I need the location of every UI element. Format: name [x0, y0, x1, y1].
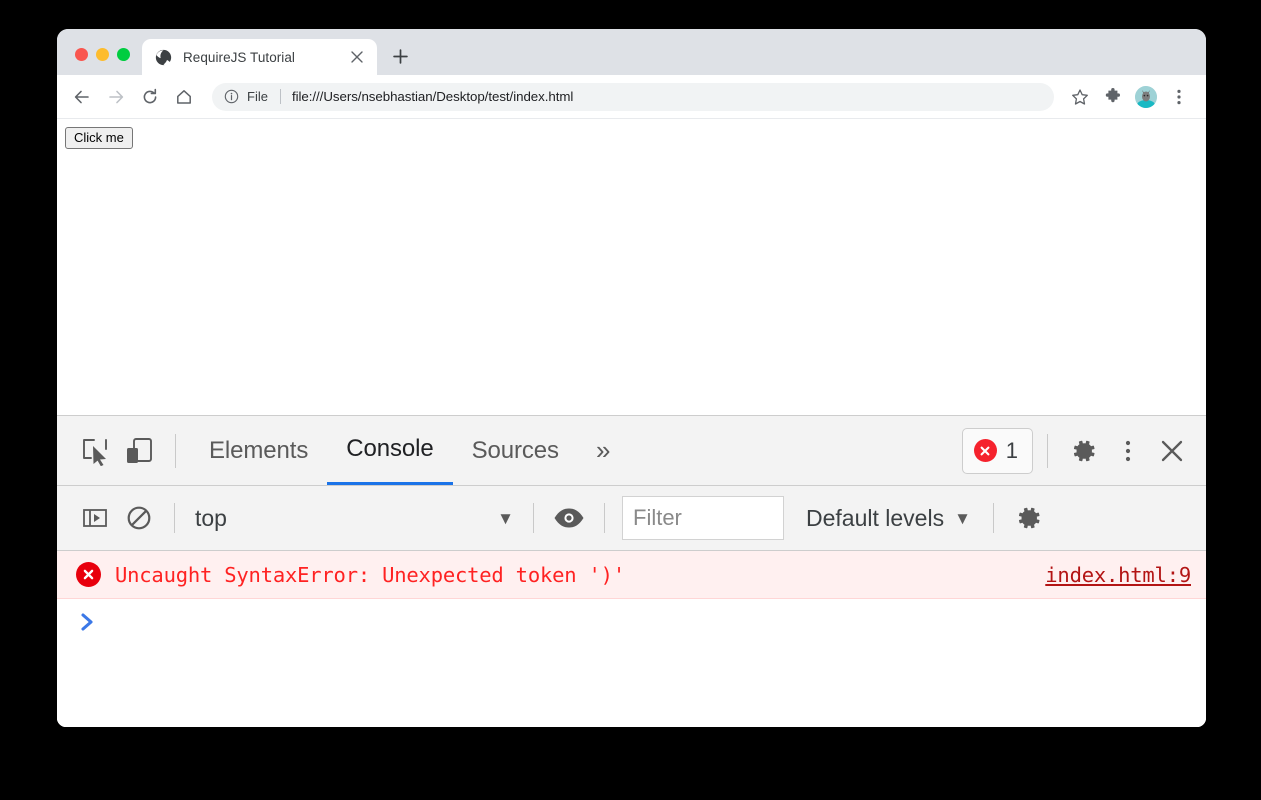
device-toolbar-icon[interactable] [117, 428, 161, 474]
console-sidebar-icon[interactable] [73, 496, 117, 540]
puzzle-piece-icon[interactable] [1099, 83, 1127, 111]
console-message-error[interactable]: Uncaught SyntaxError: Unexpected token '… [57, 551, 1206, 599]
tab-elements[interactable]: Elements [190, 416, 327, 485]
maximize-window-button[interactable] [117, 48, 130, 61]
badge-divider [1047, 434, 1048, 468]
error-count-badge[interactable]: 1 [962, 428, 1033, 474]
console-toolbar-divider-1 [174, 503, 175, 533]
chevron-right-icon [79, 611, 97, 633]
filter-input[interactable] [622, 496, 784, 540]
window-controls [57, 48, 142, 75]
info-circle-icon[interactable] [223, 88, 240, 105]
browser-tab[interactable]: RequireJS Tutorial [142, 39, 377, 75]
devtools-panel: Elements Console Sources » 1 [57, 415, 1206, 727]
console-toolbar: top ▼ Default levels ▼ [57, 486, 1206, 551]
console-messages-list: Uncaught SyntaxError: Unexpected token '… [57, 551, 1206, 727]
console-input-prompt[interactable] [57, 599, 1206, 645]
screen: RequireJS Tutorial [0, 0, 1261, 800]
gear-icon[interactable] [1062, 428, 1106, 474]
tab-sources[interactable]: Sources [453, 416, 578, 485]
close-window-button[interactable] [75, 48, 88, 61]
arrow-right-icon[interactable] [101, 82, 131, 112]
error-circle-icon [76, 562, 101, 587]
eye-icon[interactable] [547, 496, 591, 540]
three-dot-menu-icon[interactable] [1165, 83, 1193, 111]
console-message-text: Uncaught SyntaxError: Unexpected token '… [115, 563, 1045, 587]
home-icon[interactable] [169, 82, 199, 112]
reload-icon[interactable] [135, 82, 165, 112]
tab-strip: RequireJS Tutorial [57, 29, 1206, 75]
toolbar-divider [175, 434, 176, 468]
globe-icon [155, 49, 172, 66]
click-me-button[interactable]: Click me [65, 127, 133, 149]
page-viewport: Click me [57, 119, 1206, 415]
tab-title: RequireJS Tutorial [183, 50, 347, 65]
more-tabs-button[interactable]: » [578, 435, 628, 466]
log-levels-selector[interactable]: Default levels ▼ [806, 505, 971, 532]
chevron-down-icon: ▼ [954, 510, 971, 527]
browser-window: RequireJS Tutorial [57, 29, 1206, 727]
browser-toolbar: File file:///Users/nsebhastian/Desktop/t… [57, 75, 1206, 119]
log-levels-value: Default levels [806, 505, 944, 532]
profile-avatar-image [1135, 86, 1157, 108]
new-tab-button[interactable] [385, 41, 415, 71]
execution-context-value: top [188, 505, 227, 532]
inspect-cursor-icon[interactable] [73, 428, 117, 474]
omnibox-divider [280, 89, 281, 104]
error-circle-icon [974, 439, 997, 462]
arrow-left-icon[interactable] [67, 82, 97, 112]
minimize-window-button[interactable] [96, 48, 109, 61]
console-toolbar-divider-4 [993, 503, 994, 533]
url-scheme-label: File [247, 89, 268, 104]
star-icon[interactable] [1066, 83, 1094, 111]
clear-console-icon[interactable] [117, 496, 161, 540]
url-text: file:///Users/nsebhastian/Desktop/test/i… [292, 89, 1048, 104]
tab-console[interactable]: Console [327, 416, 452, 485]
close-devtools-icon[interactable] [1150, 428, 1194, 474]
console-toolbar-divider-2 [533, 503, 534, 533]
console-toolbar-divider-3 [604, 503, 605, 533]
address-bar[interactable]: File file:///Users/nsebhastian/Desktop/t… [212, 83, 1054, 111]
execution-context-selector[interactable]: top ▼ [188, 505, 520, 532]
close-tab-button[interactable] [347, 47, 367, 67]
console-settings-gear-icon[interactable] [1007, 496, 1051, 540]
devtools-more-options-icon[interactable] [1106, 428, 1150, 474]
error-count-text: 1 [1006, 438, 1018, 464]
console-message-source-link[interactable]: index.html:9 [1045, 563, 1191, 587]
chevron-down-icon: ▼ [497, 510, 514, 527]
devtools-tabbar: Elements Console Sources » 1 [57, 416, 1206, 486]
avatar[interactable] [1132, 83, 1160, 111]
